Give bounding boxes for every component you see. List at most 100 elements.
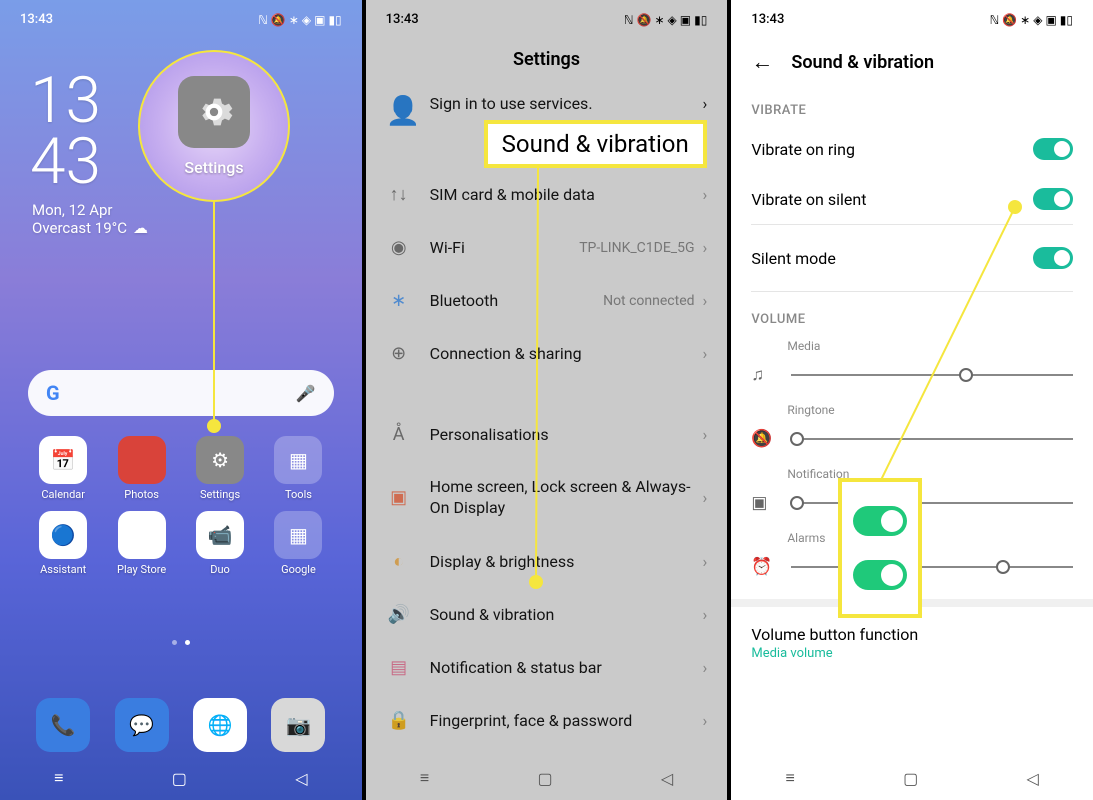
brightness-icon: ◐ <box>386 551 412 572</box>
chevron-right-icon: › <box>703 291 708 310</box>
app-messages[interactable]: 💬 <box>115 698 169 752</box>
nav-bar: ≡ ▢ ◁ <box>0 756 362 800</box>
home-app-grid: 📅Calendar Photos ⚙Settings ▦Tools 🔵Assis… <box>24 436 338 576</box>
nav-back-icon[interactable]: ◁ <box>295 769 307 788</box>
chevron-right-icon: › <box>703 488 708 507</box>
nav-recent-icon[interactable]: ≡ <box>420 768 429 788</box>
row-homescreen[interactable]: ▣Home screen, Lock screen & Always-On Di… <box>366 461 728 535</box>
nav-home-icon[interactable]: ▢ <box>172 769 187 788</box>
screen-home: 13:43 ℕ 🔕 ∗ ◈ ▣ ▮▯ 13 43 Mon, 12 Apr Ove… <box>0 0 362 800</box>
slider-label-notification: Notification <box>787 461 1093 481</box>
nfc-icon: ℕ <box>258 13 268 27</box>
toggle-vibrate-ring[interactable] <box>1033 138 1073 160</box>
callout-sound-tag: Sound & vibration <box>484 120 707 168</box>
slider-ringtone[interactable]: 🔕 <box>731 417 1093 461</box>
nfc-icon: ℕ <box>990 13 1000 27</box>
wifi-icon: ◉ <box>386 237 412 258</box>
signal-icon: ▣ <box>680 13 691 27</box>
toggle-vibrate-silent[interactable] <box>1033 188 1073 210</box>
lock-icon: 🔒 <box>386 710 412 731</box>
row-bluetooth[interactable]: ∗BluetoothNot connected› <box>366 274 728 327</box>
bluetooth-icon: ∗ <box>289 13 299 27</box>
app-assistant[interactable]: 🔵Assistant <box>24 511 102 576</box>
nav-back-icon[interactable]: ◁ <box>661 769 673 788</box>
title-bar: ← Sound & vibration <box>731 31 1093 89</box>
status-bar: 13:43 ℕ 🔕 ∗ ◈ ▣ ▮▯ <box>0 0 362 31</box>
chevron-right-icon: › <box>703 425 708 444</box>
app-google[interactable]: ▦Google <box>259 511 337 576</box>
status-time: 13:43 <box>20 12 53 27</box>
screen-sound-vibration: 13:43 ℕ 🔕 ∗ ◈ ▣ ▮▯ ← Sound & vibration V… <box>731 0 1093 800</box>
dock: 📞 💬 🌐 📷 <box>24 698 338 752</box>
wifi-icon: ◈ <box>302 13 311 27</box>
row-fingerprint[interactable]: 🔒Fingerprint, face & password› <box>366 694 728 747</box>
nav-recent-icon[interactable]: ≡ <box>785 768 794 788</box>
slider-media[interactable]: ♫ <box>731 353 1093 397</box>
nav-bar: ≡ ▢ ◁ <box>731 756 1093 800</box>
bt-value: Not connected <box>603 293 694 309</box>
section-volume: VOLUME <box>731 292 1093 333</box>
mute-icon: 🔕 <box>271 13 286 27</box>
google-icon: G <box>46 381 60 405</box>
back-arrow-icon[interactable]: ← <box>751 49 773 75</box>
nav-home-icon[interactable]: ▢ <box>537 769 552 788</box>
notification-icon: ▤ <box>386 657 412 678</box>
row-vibrate-on-silent[interactable]: Vibrate on silent <box>731 174 1093 224</box>
app-calendar[interactable]: 📅Calendar <box>24 436 102 501</box>
row-connection[interactable]: ⊕Connection & sharing› <box>366 327 728 380</box>
status-time: 13:43 <box>751 12 784 27</box>
google-search-bar[interactable]: G 🎤 <box>28 370 334 416</box>
nav-home-icon[interactable]: ▢ <box>903 769 918 788</box>
palette-icon: Å <box>386 424 412 445</box>
bluetooth-icon: ∗ <box>654 13 664 27</box>
app-tools[interactable]: ▦Tools <box>259 436 337 501</box>
row-silent-mode[interactable]: Silent mode <box>731 225 1093 291</box>
screen-settings: 13:43 ℕ 🔕 ∗ ◈ ▣ ▮▯ Settings 👤 Sign in to… <box>366 0 728 800</box>
mute-icon: 🔕 <box>1002 13 1017 27</box>
nfc-icon: ℕ <box>624 13 634 27</box>
app-chrome[interactable]: 🌐 <box>193 698 247 752</box>
wifi-value: TP-LINK_C1DE_5G <box>579 240 694 256</box>
bell-mute-icon: 🔕 <box>751 429 773 449</box>
status-icons: ℕ 🔕 ∗ ◈ ▣ ▮▯ <box>624 13 707 27</box>
battery-icon: ▮▯ <box>328 13 341 27</box>
callout-toggle-1 <box>853 506 907 536</box>
callout-toggle-2 <box>853 560 907 590</box>
page-title: Sound & vibration <box>791 52 934 73</box>
bluetooth-icon: ∗ <box>386 290 412 311</box>
signin-subtext: Sign in to use services. <box>430 94 593 113</box>
sim-icon: ↑↓ <box>386 184 412 205</box>
nav-recent-icon[interactable]: ≡ <box>54 768 63 788</box>
signal-icon: ▣ <box>314 13 325 27</box>
chevron-right-icon: › <box>703 605 708 624</box>
row-personal[interactable]: ÅPersonalisations› <box>366 408 728 461</box>
callout-label: Settings <box>184 158 243 177</box>
app-phone[interactable]: 📞 <box>36 698 90 752</box>
app-playstore[interactable]: ▶Play Store <box>102 511 180 576</box>
row-notification[interactable]: ▤Notification & status bar› <box>366 641 728 694</box>
app-camera[interactable]: 📷 <box>271 698 325 752</box>
gear-icon <box>194 92 234 132</box>
row-sim[interactable]: ↑↓SIM card & mobile data› <box>366 168 728 221</box>
row-wifi[interactable]: ◉Wi-FiTP-LINK_C1DE_5G› <box>366 221 728 274</box>
app-settings[interactable]: ⚙Settings <box>181 436 259 501</box>
chevron-right-icon: › <box>703 711 708 730</box>
nav-back-icon[interactable]: ◁ <box>1027 769 1039 788</box>
row-sound[interactable]: 🔊Sound & vibration› <box>366 588 728 641</box>
row-vibrate-on-ring[interactable]: Vibrate on ring <box>731 124 1093 174</box>
callout-dot <box>529 575 543 589</box>
volume-button-subtext: Media volume <box>731 646 1093 671</box>
status-bar: 13:43 ℕ 🔕 ∗ ◈ ▣ ▮▯ <box>366 0 728 31</box>
chevron-right-icon: › <box>703 94 708 113</box>
slider-label-ringtone: Ringtone <box>787 397 1093 417</box>
status-time: 13:43 <box>386 12 419 27</box>
toggle-silent-mode[interactable] <box>1033 247 1073 269</box>
sound-icon: 🔊 <box>386 604 412 625</box>
settings-app-icon[interactable] <box>178 76 250 148</box>
app-photos[interactable]: Photos <box>102 436 180 501</box>
callout-toggles-box <box>838 478 922 618</box>
app-duo[interactable]: 📹Duo <box>181 511 259 576</box>
avatar-icon: 👤 <box>386 94 430 130</box>
row-display[interactable]: ◐Display & brightness› <box>366 535 728 588</box>
mic-icon[interactable]: 🎤 <box>296 384 316 403</box>
